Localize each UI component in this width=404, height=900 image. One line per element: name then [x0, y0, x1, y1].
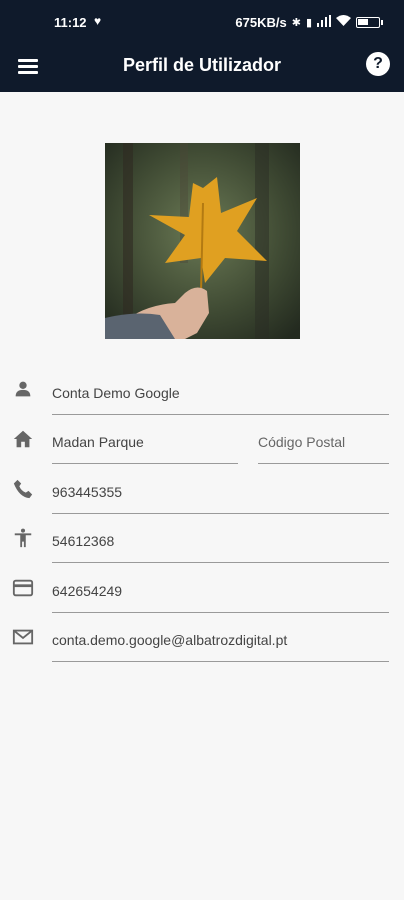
bluetooth-icon: ✱	[291, 17, 301, 29]
vibrate-icon: ▮	[305, 17, 312, 29]
phone-icon	[13, 479, 33, 499]
app-bar: Perfil de Utilizador ?	[0, 44, 404, 92]
phone-field[interactable]: 963445355	[52, 474, 389, 514]
email-value: conta.demo.google@albatrozdigital.pt	[52, 632, 288, 648]
network-speed: 675KB/s	[235, 15, 287, 30]
credit-card-icon	[12, 579, 34, 597]
address-value: Madan Parque	[52, 434, 144, 450]
email-underline	[52, 661, 389, 662]
home-icon	[13, 430, 33, 448]
phone-value: 963445355	[52, 484, 123, 500]
wifi-icon	[336, 15, 351, 30]
name-value: Conta Demo Google	[52, 385, 180, 401]
postal-code-underline	[258, 463, 389, 464]
card-number-underline	[52, 612, 389, 613]
id-number-field[interactable]: 54612368	[52, 523, 389, 563]
signal-icon	[317, 15, 331, 30]
postal-code-placeholder: Código Postal	[258, 434, 346, 450]
postal-code-field[interactable]: Código Postal	[258, 424, 389, 464]
profile-photo[interactable]	[105, 143, 300, 339]
person-icon	[15, 381, 31, 397]
status-bar: 11:12 ♥ 675KB/s ✱ ▮	[0, 0, 404, 44]
id-number-underline	[52, 562, 389, 563]
id-number-value: 54612368	[52, 533, 115, 549]
phone-underline	[52, 513, 389, 514]
card-number-field[interactable]: 642654249	[52, 573, 389, 613]
accessibility-icon	[14, 528, 32, 548]
name-field[interactable]: Conta Demo Google	[52, 375, 389, 415]
card-number-value: 642654249	[52, 583, 123, 599]
address-field[interactable]: Madan Parque	[52, 424, 238, 464]
help-circle-icon[interactable]: ?	[366, 52, 390, 76]
address-underline	[52, 463, 238, 464]
mail-icon	[12, 629, 34, 645]
page-title: Perfil de Utilizador	[122, 55, 282, 75]
heart-icon: ♥	[94, 14, 102, 28]
battery-icon	[356, 17, 383, 28]
top-bar: 11:12 ♥ 675KB/s ✱ ▮ Perfil de Utilizador…	[0, 0, 404, 92]
status-right: 675KB/s ✱ ▮	[235, 15, 383, 30]
email-field[interactable]: conta.demo.google@albatrozdigital.pt	[52, 622, 389, 662]
battery-level	[358, 19, 368, 25]
name-underline	[52, 414, 389, 415]
status-time: 11:12	[54, 15, 87, 30]
